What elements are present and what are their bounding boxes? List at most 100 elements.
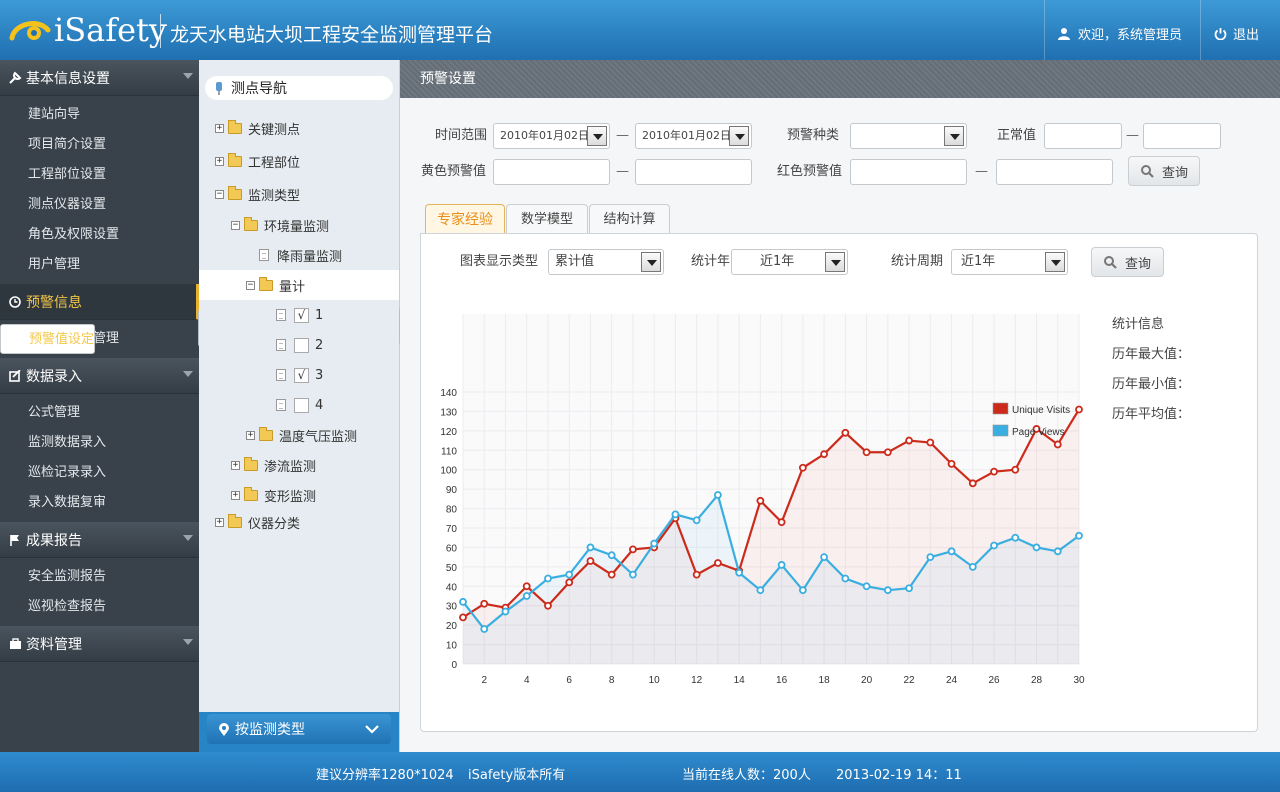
tree-node-label: 4	[315, 397, 324, 413]
tree-node-temp[interactable]: + 温度气压监测	[246, 424, 357, 446]
tree-node-rain[interactable]: 降雨量监测	[259, 244, 342, 266]
welcome-user[interactable]: 欢迎，系统管理员	[1058, 24, 1182, 43]
app-title: 龙天水电站大坝工程安全监测管理平台	[170, 24, 494, 46]
menu-item-monitor-entry[interactable]: 监测数据录入	[0, 428, 199, 458]
dropdown-arrow-icon[interactable]	[1045, 252, 1065, 272]
expand-icon[interactable]: +	[215, 123, 224, 133]
tab-structure-calc[interactable]: 结构计算	[589, 204, 670, 234]
folder-open-icon	[228, 185, 242, 200]
expand-icon[interactable]: +	[231, 490, 240, 500]
normal-value-label: 正常值	[997, 128, 1037, 143]
menu-item-parts[interactable]: 工程部位设置	[0, 160, 199, 190]
chart-query-button[interactable]: 查询	[1091, 247, 1164, 277]
logo-divider	[160, 14, 161, 48]
collapse-icon[interactable]: −	[215, 189, 224, 199]
menu-documents[interactable]: 资料管理	[0, 626, 199, 662]
dropdown-arrow-icon[interactable]	[587, 126, 607, 146]
menu-item-inspection-entry[interactable]: 巡检记录录入	[0, 458, 199, 488]
checkbox[interactable]: √	[294, 367, 309, 383]
tree-node-instruments[interactable]: + 仪器分类	[215, 511, 300, 533]
menu-item-setup-wizard[interactable]: 建站向导	[0, 100, 199, 130]
menu-item-inspection-report[interactable]: 巡视检查报告	[0, 592, 199, 622]
warn-type-select[interactable]	[850, 123, 967, 149]
briefcase-icon	[8, 637, 22, 651]
red-max-input[interactable]	[996, 159, 1113, 185]
normal-min-input[interactable]	[1044, 123, 1122, 149]
tree-node-label: 变形监测	[264, 489, 317, 505]
tab-math-model[interactable]: 数学模型	[506, 204, 588, 234]
dropdown-arrow-icon[interactable]	[641, 252, 661, 272]
menu-reports[interactable]: 成果报告	[0, 522, 199, 558]
dropdown-arrow-icon[interactable]	[944, 126, 964, 146]
footer-datetime: 2013-02-19 14：11	[836, 768, 962, 783]
menu-item-users[interactable]: 用户管理	[0, 250, 199, 280]
tree-node-types[interactable]: − 监测类型	[215, 183, 300, 205]
chevron-down-icon	[365, 725, 379, 734]
stat-year-select[interactable]: 近1年	[731, 249, 848, 275]
menu-item-safety-report[interactable]: 安全监测报告	[0, 562, 199, 592]
tree-node-seepage[interactable]: + 渗流监测	[231, 454, 316, 476]
logout-button[interactable]: 退出	[1214, 24, 1259, 43]
chart-query-label: 查询	[1125, 256, 1152, 272]
welcome-text: 欢迎，系统管理员	[1078, 28, 1183, 43]
query-button[interactable]: 查询	[1128, 156, 1200, 186]
menu-data-entry[interactable]: 数据录入	[0, 358, 199, 394]
footer: 建议分辨率1280*1024 iSafety版本所有 当前在线人数：200人 2…	[0, 752, 1280, 792]
chevron-down-icon	[183, 639, 193, 645]
folder-icon	[228, 513, 242, 528]
user-icon	[1058, 28, 1070, 40]
expand-icon[interactable]: +	[215, 517, 224, 527]
collapse-icon[interactable]: −	[231, 220, 240, 230]
tree-node-check-3[interactable]: √ 3	[276, 364, 323, 386]
expand-icon[interactable]: +	[246, 430, 255, 440]
menu-item-roles[interactable]: 角色及权限设置	[0, 220, 199, 250]
stat-period-select[interactable]: 近1年	[951, 249, 1068, 275]
normal-max-input[interactable]	[1143, 123, 1221, 149]
menu-warning[interactable]: 预警信息	[0, 284, 199, 320]
menu-item-project-intro[interactable]: 项目简介设置	[0, 130, 199, 160]
tree-node-env[interactable]: − 环境量监测	[231, 214, 329, 236]
display-type-label: 图表显示类型	[460, 254, 539, 269]
tree-node-parts[interactable]: + 工程部位	[215, 150, 300, 172]
menu-warning-items: 预警值设定 预警值信息管理	[0, 320, 199, 358]
group-by-type-label: 按监测类型	[235, 722, 305, 738]
tree-node-check-2[interactable]: 2	[276, 334, 323, 356]
folder-open-icon	[259, 276, 273, 291]
menu-data-items: 公式管理 监测数据录入 巡检记录录入 录入数据复审	[0, 394, 199, 522]
checkbox[interactable]	[294, 397, 309, 413]
range-dash: —	[1126, 128, 1139, 143]
search-icon	[1104, 255, 1117, 269]
menu-item-instruments[interactable]: 测点仪器设置	[0, 190, 199, 220]
tree-node-label: 关键测点	[248, 122, 301, 138]
tab-expert[interactable]: 专家经验	[425, 204, 505, 234]
dropdown-arrow-icon[interactable]	[729, 126, 749, 146]
yellow-min-input[interactable]	[493, 159, 610, 185]
menu-item-formula[interactable]: 公式管理	[0, 398, 199, 428]
edit-icon	[8, 369, 22, 383]
expand-icon[interactable]: +	[231, 460, 240, 470]
red-min-input[interactable]	[850, 159, 967, 185]
menu-basic-items: 建站向导 项目简介设置 工程部位设置 测点仪器设置 角色及权限设置 用户管理	[0, 96, 199, 284]
tree-node-label: 仪器分类	[248, 516, 301, 532]
menu-item-warning-values[interactable]: 预警值设定	[0, 324, 96, 354]
checkbox[interactable]	[294, 337, 309, 353]
tree-node-check-1[interactable]: √ 1	[276, 304, 323, 326]
menu-report-items: 安全监测报告 巡视检查报告	[0, 558, 199, 626]
tree-node-gauge[interactable]: − 量计	[246, 274, 305, 296]
tree-node-check-4[interactable]: 4	[276, 394, 323, 416]
display-type-select[interactable]: 累计值	[548, 249, 664, 275]
logo-icon	[8, 16, 52, 44]
expand-icon[interactable]: +	[215, 156, 224, 166]
date-to-picker[interactable]: 2010年01月02日	[635, 123, 752, 149]
menu-item-review[interactable]: 录入数据复审	[0, 488, 199, 518]
tree-node-deform[interactable]: + 变形监测	[231, 484, 316, 506]
date-from-picker[interactable]: 2010年01月02日	[493, 123, 610, 149]
group-by-type-button[interactable]: 按监测类型	[207, 714, 391, 744]
menu-basic-settings[interactable]: 基本信息设置	[0, 60, 199, 96]
logo: iSafety	[8, 12, 167, 48]
yellow-max-input[interactable]	[635, 159, 752, 185]
checkbox[interactable]: √	[294, 307, 309, 323]
dropdown-arrow-icon[interactable]	[825, 252, 845, 272]
collapse-icon[interactable]: −	[246, 280, 255, 290]
tree-node-key-points[interactable]: + 关键测点	[215, 117, 300, 139]
